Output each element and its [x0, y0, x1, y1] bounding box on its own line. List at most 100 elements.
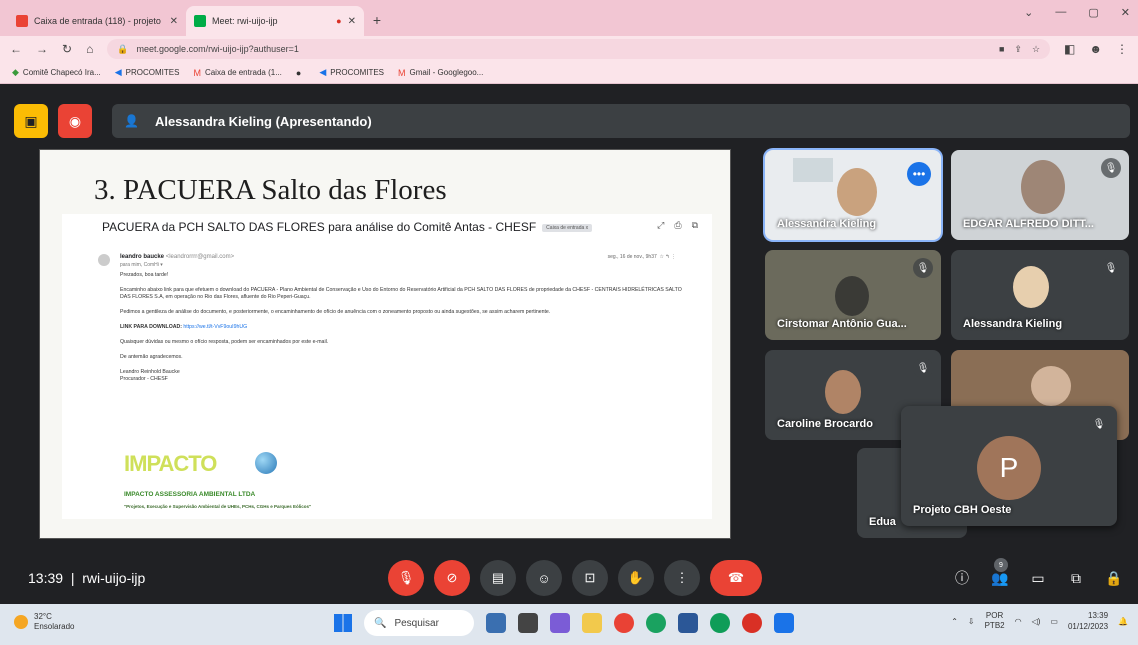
more-options-button[interactable]: ⋮: [664, 560, 700, 596]
menu-icon[interactable]: ⋮: [1116, 42, 1128, 56]
task-view-icon[interactable]: [518, 613, 538, 633]
minimize-icon[interactable]: —: [1055, 6, 1066, 19]
participant-name: Cirstomar Antônio Gua...: [777, 318, 907, 330]
camera-icon[interactable]: ■: [999, 44, 1004, 55]
teams-icon[interactable]: [550, 613, 570, 633]
participant-tile[interactable]: 🎙 Cirstomar Antônio Gua...: [765, 250, 941, 340]
close-icon[interactable]: ✕: [348, 16, 356, 27]
present-button[interactable]: ⊡: [572, 560, 608, 596]
tab-gmail[interactable]: Caixa de entrada (118) - projeto ✕: [8, 6, 186, 36]
camera-toggle-button[interactable]: ⊘: [434, 560, 470, 596]
self-view-tile[interactable]: 🎙 P Projeto CBH Oeste: [901, 406, 1117, 526]
bookmark-item[interactable]: ●: [296, 68, 305, 78]
home-icon[interactable]: ⌂: [86, 42, 93, 56]
captions-button[interactable]: ▤: [480, 560, 516, 596]
sidepanel-icon[interactable]: ◧: [1064, 42, 1075, 56]
word-icon[interactable]: [678, 613, 698, 633]
recipient-line: para mim, ComHi ▾: [120, 262, 163, 268]
system-tray: ⌃ ⇩ POR PTB2 ◠ ◁) ▭ 13:39 01/12/2023 🔔: [951, 610, 1128, 632]
bookmark-item[interactable]: ◀ PROCOMITES: [319, 67, 384, 78]
profile-icon[interactable]: ☻: [1089, 42, 1102, 56]
activities-icon[interactable]: ⧉: [1064, 560, 1088, 596]
inbox-badge: Caixa de entrada x: [542, 223, 593, 232]
share-icon[interactable]: ⇪: [1014, 44, 1022, 55]
chrome-icon[interactable]: [614, 613, 634, 633]
participant-tile[interactable]: ••• Alessandra Kieling: [765, 150, 941, 240]
record-icon[interactable]: ◉: [58, 104, 92, 138]
wifi-icon[interactable]: ◠: [1015, 617, 1022, 626]
stop-presenting-icon[interactable]: ▣: [14, 104, 48, 138]
bookmark-item[interactable]: ◀ PROCOMITES: [115, 67, 180, 78]
participant-video: [1013, 266, 1049, 308]
gmail-icon: M: [398, 67, 406, 78]
open-new-icon: ⧉: [691, 220, 698, 230]
close-icon[interactable]: ✕: [170, 16, 178, 27]
participant-video: [837, 168, 877, 216]
meeting-toolbar: 13:39 | rwi-uijo-ijp 🎙 ⊘ ▤ ☺ ⊡ ✋ ⋮ ☎ ⓘ 👥…: [0, 556, 1138, 604]
chevron-up-icon[interactable]: ⌃: [951, 617, 958, 626]
reload-icon[interactable]: ↻: [62, 42, 72, 56]
sun-icon: [14, 615, 28, 629]
mic-toggle-button[interactable]: 🎙: [388, 560, 424, 596]
maximize-icon[interactable]: ▢: [1088, 6, 1098, 19]
app-icon[interactable]: [742, 613, 762, 633]
back-icon[interactable]: ←: [10, 42, 22, 56]
mic-muted-icon: 🎙: [913, 258, 933, 278]
meeting-info: 13:39 | rwi-uijo-ijp: [28, 570, 146, 586]
people-icon[interactable]: 👥 9: [988, 558, 1012, 596]
github-icon: ●: [295, 67, 302, 78]
arrow-icon: ◀: [114, 67, 122, 77]
bookmark-item[interactable]: M Caixa de entrada (1...: [193, 68, 281, 78]
host-controls-icon[interactable]: 🔒: [1102, 560, 1126, 596]
recording-dot-icon: ●: [336, 16, 342, 26]
whatsapp-icon[interactable]: [646, 613, 666, 633]
side-controls: ⓘ 👥 9 ▭ ⧉ 🔒: [950, 558, 1126, 596]
language-indicator[interactable]: POR PTB2: [985, 611, 1005, 631]
arrow-icon: ◀: [319, 67, 327, 77]
chat-icon[interactable]: ▭: [1026, 560, 1050, 596]
store-icon[interactable]: [774, 613, 794, 633]
meeting-details-icon[interactable]: ⓘ: [950, 560, 974, 596]
emoji-button[interactable]: ☺: [526, 560, 562, 596]
weather-widget[interactable]: 32°C Ensolarado: [14, 612, 74, 632]
presentation-controls: ▣ ◉: [14, 104, 92, 138]
usb-icon[interactable]: ⇩: [968, 617, 975, 626]
participant-video: [1031, 366, 1071, 406]
windows-start-icon[interactable]: [334, 614, 352, 632]
taskbar-search[interactable]: 🔍 Pesquisar: [364, 610, 474, 636]
taskbar-apps: 🔍 Pesquisar: [334, 610, 794, 636]
participant-video: [1021, 160, 1065, 214]
bookmark-item[interactable]: M Gmail - Googlegoo...: [398, 68, 483, 78]
tab-meet[interactable]: Meet: rwi-uijo-ijp ● ✕: [186, 6, 364, 36]
battery-icon[interactable]: ▭: [1050, 617, 1058, 626]
leave-call-button[interactable]: ☎: [710, 560, 762, 596]
participant-name: Alessandra Kieling: [963, 318, 1063, 330]
more-options-icon[interactable]: •••: [907, 162, 931, 186]
file-explorer-icon[interactable]: [582, 613, 602, 633]
notification-icon[interactable]: 🔔: [1118, 617, 1128, 626]
email-date: seg., 16 de nov., 9h37 ☆ ↰ ⋮: [607, 254, 676, 260]
bookmark-item[interactable]: ◆ Comitê Chapecó Ira...: [12, 67, 101, 78]
close-window-icon[interactable]: ✕: [1121, 6, 1130, 19]
participant-tile[interactable]: 🎙 EDGAR ALFREDO DITT...: [951, 150, 1129, 240]
participant-tile[interactable]: 🎙 Alessandra Kieling: [951, 250, 1129, 340]
email-body: Prezados, boa tarde! Encaminho abaixo li…: [120, 272, 682, 382]
star-icon[interactable]: ☆: [1032, 44, 1040, 55]
widgets-icon[interactable]: [486, 613, 506, 633]
forward-icon[interactable]: →: [36, 42, 48, 56]
taskbar-clock[interactable]: 13:39 01/12/2023: [1068, 610, 1108, 632]
flag-icon: ◆: [12, 67, 19, 77]
tab-search-icon[interactable]: ⌄: [1024, 6, 1033, 19]
new-tab-button[interactable]: +: [364, 12, 390, 28]
raise-hand-button[interactable]: ✋: [618, 560, 654, 596]
gmail-icon: M: [193, 67, 201, 78]
mic-muted-icon: 🎙: [1101, 258, 1121, 278]
presenter-banner: 👤 Alessandra Kieling (Apresentando): [112, 104, 1130, 138]
participant-name: Projeto CBH Oeste: [913, 504, 1012, 516]
company-slogan: "Projetos, Execução e Supervisão Ambient…: [124, 504, 312, 509]
mic-muted-icon: 🎙: [1101, 158, 1121, 178]
volume-icon[interactable]: ◁): [1032, 617, 1041, 626]
tab-title: Meet: rwi-uijo-ijp: [212, 16, 278, 26]
url-field[interactable]: 🔒 meet.google.com/rwi-uijo-ijp?authuser=…: [107, 39, 1051, 59]
edge-icon[interactable]: [710, 613, 730, 633]
